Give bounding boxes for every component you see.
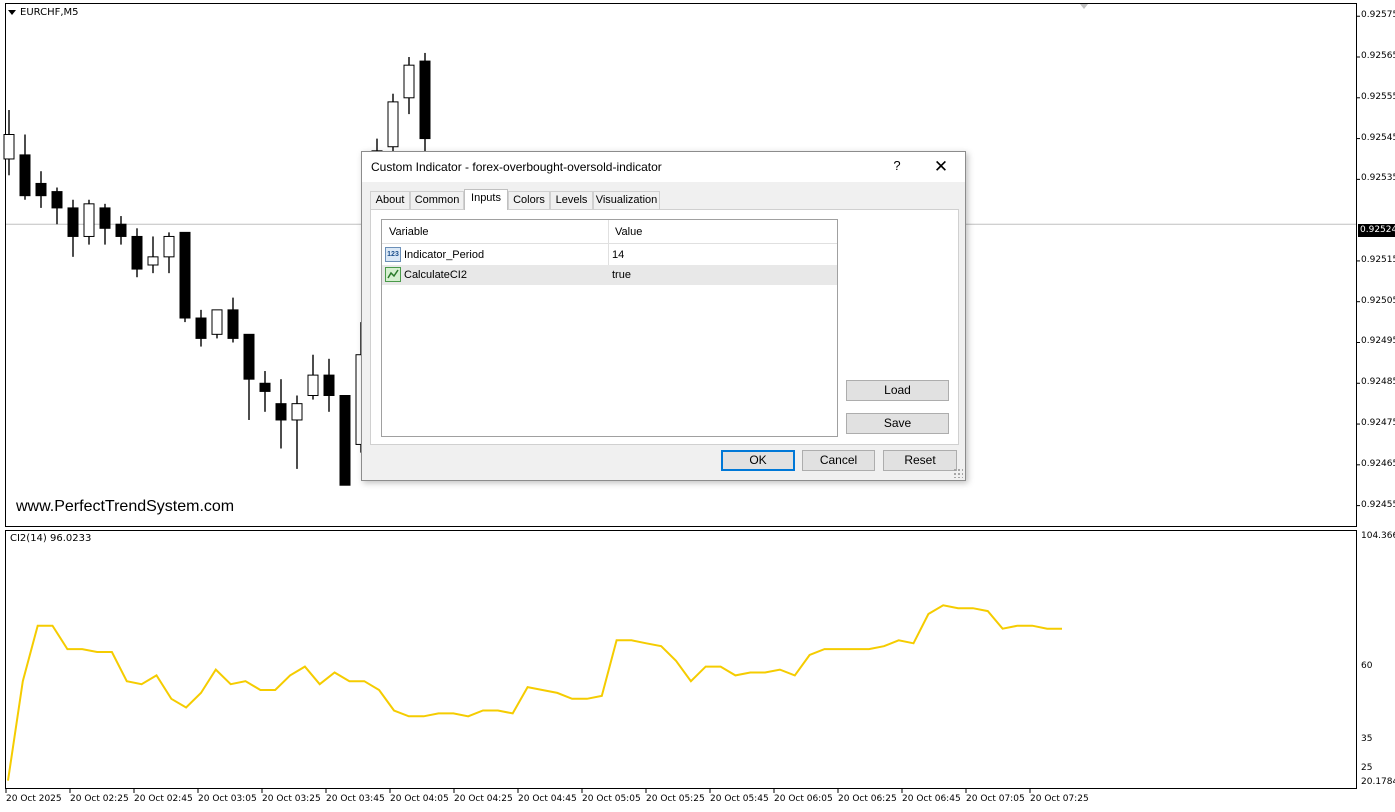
time-axis-label: 20 Oct 03:05 bbox=[198, 794, 257, 804]
candle-body bbox=[35, 182, 47, 197]
price-axis-label: 0.92465 bbox=[1361, 458, 1395, 469]
price-axis-label: 0.92515 bbox=[1361, 254, 1395, 265]
candle-body bbox=[307, 374, 319, 396]
indicator-axis-label: 104.3662 bbox=[1361, 531, 1395, 541]
candle-body bbox=[275, 403, 287, 421]
candle-body bbox=[387, 101, 399, 148]
candle-body bbox=[19, 154, 31, 197]
reset-button[interactable]: Reset bbox=[883, 450, 957, 471]
indicator-axis-label: 20.1784 bbox=[1361, 777, 1395, 787]
time-axis-label: 20 Oct 05:45 bbox=[710, 794, 769, 804]
price-axis-label: 0.92475 bbox=[1361, 418, 1395, 429]
tab-common[interactable]: Common bbox=[410, 191, 464, 209]
save-button[interactable]: Save bbox=[846, 413, 949, 434]
tab-about[interactable]: About bbox=[370, 191, 410, 209]
time-axis-label: 20 Oct 02:45 bbox=[134, 794, 193, 804]
tab-visualization[interactable]: Visualization bbox=[593, 191, 660, 209]
time-axis-label: 20 Oct 04:45 bbox=[518, 794, 577, 804]
column-header-variable[interactable]: Variable bbox=[389, 226, 429, 238]
resize-grip-icon[interactable] bbox=[953, 468, 963, 478]
candle-body bbox=[419, 60, 431, 140]
time-axis-label: 20 Oct 07:25 bbox=[1030, 794, 1089, 804]
candle-body bbox=[291, 403, 303, 421]
candle-body bbox=[131, 235, 143, 270]
variable-value[interactable]: 14 bbox=[612, 249, 624, 261]
candle-body bbox=[163, 235, 175, 258]
price-axis-label: 0.92485 bbox=[1361, 377, 1395, 388]
table-row[interactable]: 123 Indicator_Period 14 bbox=[382, 245, 837, 265]
dropdown-arrow-icon[interactable] bbox=[8, 9, 16, 15]
watermark: www.PerfectTrendSystem.com bbox=[16, 498, 235, 515]
close-icon[interactable]: ✕ bbox=[928, 156, 954, 178]
dialog-title: Custom Indicator - forex-overbought-over… bbox=[371, 160, 662, 174]
candle-body bbox=[179, 231, 191, 319]
custom-indicator-dialog: Custom Indicator - forex-overbought-over… bbox=[361, 151, 966, 481]
candle-body bbox=[339, 395, 351, 486]
integer-type-icon: 123 bbox=[385, 247, 401, 262]
price-axis-label: 0.92565 bbox=[1361, 51, 1395, 62]
time-axis-label: 20 Oct 06:45 bbox=[902, 794, 961, 804]
inputs-tab-page: Variable Value 123 Indicator_Period 14 C… bbox=[370, 209, 959, 445]
inputs-table[interactable]: Variable Value 123 Indicator_Period 14 C… bbox=[381, 219, 838, 437]
time-axis-label: 20 Oct 05:25 bbox=[646, 794, 705, 804]
candle-body bbox=[3, 134, 15, 160]
indicator-axis-label: 25 bbox=[1361, 762, 1373, 773]
candle-body bbox=[403, 64, 415, 99]
candle-body bbox=[83, 203, 95, 237]
time-axis-label: 20 Oct 2025 bbox=[6, 794, 62, 804]
tab-levels[interactable]: Levels bbox=[550, 191, 593, 209]
ok-button[interactable]: OK bbox=[721, 450, 795, 471]
time-axis-label: 20 Oct 05:05 bbox=[582, 794, 641, 804]
time-axis-label: 20 Oct 04:05 bbox=[390, 794, 449, 804]
column-header-value[interactable]: Value bbox=[615, 226, 642, 238]
candle-body bbox=[259, 382, 271, 392]
table-row[interactable]: CalculateCI2 true bbox=[382, 265, 837, 285]
candle-body bbox=[51, 191, 63, 209]
price-axis-label: 0.92455 bbox=[1361, 499, 1395, 510]
variable-name: CalculateCI2 bbox=[404, 269, 467, 281]
candle-body bbox=[147, 256, 159, 266]
candle-body bbox=[99, 207, 111, 229]
cancel-button[interactable]: Cancel bbox=[802, 450, 875, 471]
price-axis-label: 0.92545 bbox=[1361, 132, 1395, 143]
load-button[interactable]: Load bbox=[846, 380, 949, 401]
candle-body bbox=[211, 309, 223, 335]
symbol-label: EURCHF,M5 bbox=[20, 7, 79, 18]
variable-name: Indicator_Period bbox=[404, 249, 485, 261]
indicator-line bbox=[7, 604, 1062, 781]
help-button[interactable]: ? bbox=[887, 158, 907, 176]
chart-shift-marker-icon bbox=[1080, 4, 1088, 9]
symbol-title[interactable]: EURCHF,M5 bbox=[8, 7, 79, 18]
candle-body bbox=[323, 374, 335, 396]
time-axis-label: 20 Oct 02:25 bbox=[70, 794, 129, 804]
candle-body bbox=[195, 317, 207, 339]
time-axis-label: 20 Oct 06:25 bbox=[838, 794, 897, 804]
price-axis-label: 0.92505 bbox=[1361, 295, 1395, 306]
indicator-frame bbox=[5, 530, 1357, 789]
boolean-type-icon bbox=[385, 267, 401, 282]
time-axis-label: 20 Oct 03:25 bbox=[262, 794, 321, 804]
indicator-title: CI2(14) 96.0233 bbox=[10, 533, 92, 544]
dialog-titlebar[interactable]: Custom Indicator - forex-overbought-over… bbox=[362, 152, 965, 182]
price-axis-label: 0.92555 bbox=[1361, 91, 1395, 102]
variable-value[interactable]: true bbox=[612, 269, 631, 281]
current-price-label: 0.92524 bbox=[1358, 224, 1395, 237]
price-axis-label: 0.92535 bbox=[1361, 173, 1395, 184]
candle-body bbox=[115, 223, 127, 237]
time-axis-label: 20 Oct 03:45 bbox=[326, 794, 385, 804]
time-axis-label: 20 Oct 07:05 bbox=[966, 794, 1025, 804]
candle-body bbox=[67, 207, 79, 237]
table-header: Variable Value bbox=[382, 220, 837, 244]
candle-body bbox=[243, 333, 255, 380]
tab-colors[interactable]: Colors bbox=[508, 191, 550, 209]
indicator-axis-label: 60 bbox=[1361, 660, 1373, 671]
tab-inputs[interactable]: Inputs bbox=[464, 189, 508, 210]
time-axis-label: 20 Oct 04:25 bbox=[454, 794, 513, 804]
time-axis-label: 20 Oct 06:05 bbox=[774, 794, 833, 804]
indicator-axis-label: 35 bbox=[1361, 733, 1373, 744]
price-axis-label: 0.92495 bbox=[1361, 336, 1395, 347]
candle-body bbox=[227, 309, 239, 339]
price-axis-label: 0.92575 bbox=[1361, 10, 1395, 21]
